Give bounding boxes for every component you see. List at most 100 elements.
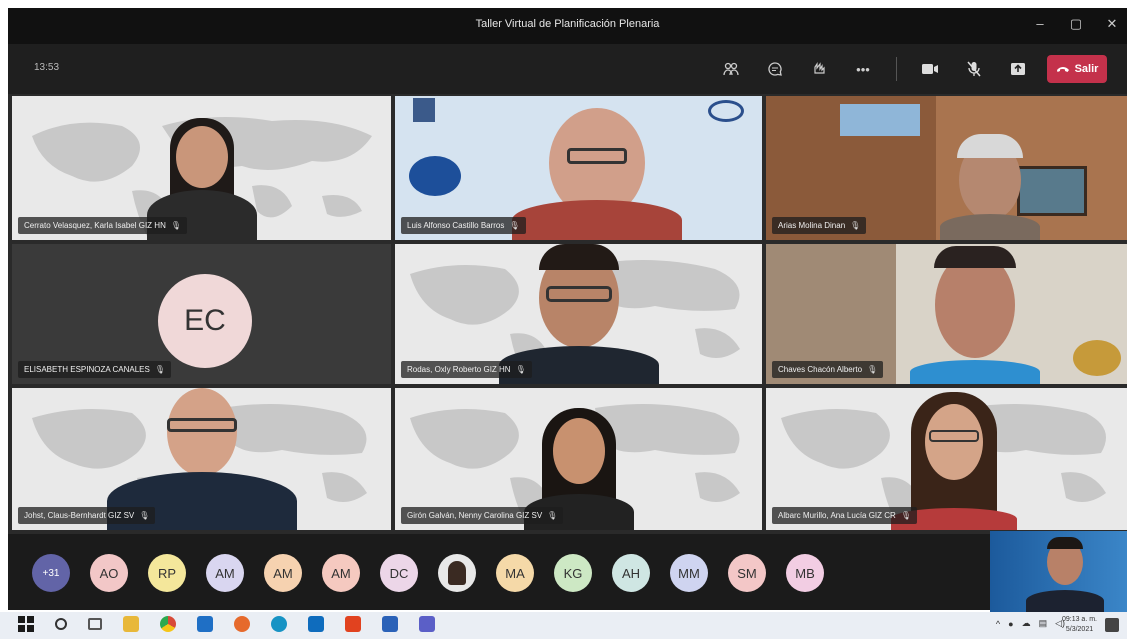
mic-icon: 🎙 xyxy=(547,511,558,520)
windows-start-icon[interactable] xyxy=(18,616,34,632)
edge-icon[interactable] xyxy=(271,616,287,632)
avatar-photo xyxy=(448,561,466,585)
video-tile[interactable]: Cerrato Velasquez, Karla Isabel GIZ HN 🎙 xyxy=(12,96,391,240)
participant-avatar[interactable]: MM xyxy=(670,554,708,592)
window-title-bar: Taller Virtual de Planificación Plenaria… xyxy=(8,8,1127,44)
mic-icon: 🎙 xyxy=(139,511,150,520)
file-explorer-icon[interactable] xyxy=(123,616,139,632)
toolbar-divider xyxy=(896,57,897,81)
participant-name-tag: Cerrato Velasquez, Karla Isabel GIZ HN 🎙 xyxy=(18,217,187,234)
mic-icon: 🎙 xyxy=(154,365,165,374)
chrome-icon[interactable] xyxy=(160,616,176,632)
windows-taskbar: ^ ● ☁ ▤ ◁) 09:13 a. m. 5/3/2021 xyxy=(0,612,1127,639)
participant-avatar[interactable]: MA xyxy=(496,554,534,592)
participant-name-tag: Chaves Chacón Alberto 🎙 xyxy=(772,361,884,378)
more-icon[interactable]: ••• xyxy=(848,54,878,84)
video-tile[interactable]: Luis Alfonso Castillo Barros 🎙 xyxy=(395,96,762,240)
participant-name: Chaves Chacón Alberto xyxy=(778,365,863,374)
participant-avatar[interactable]: AM xyxy=(322,554,360,592)
teams-icon[interactable] xyxy=(419,616,435,632)
system-tray: ^ ● ☁ ▤ ◁) xyxy=(996,618,1065,629)
mic-icon: 🎙 xyxy=(170,221,181,230)
participant-avatar[interactable]: AM xyxy=(264,554,302,592)
mic-icon: 🎙 xyxy=(515,365,526,374)
participant-strip: +31 AO RP AM AM AM DC MA KG AH MM SM MB xyxy=(8,534,1127,610)
self-view-video[interactable] xyxy=(990,531,1127,612)
participant-avatar[interactable]: RP xyxy=(148,554,186,592)
participant-avatar[interactable]: MB xyxy=(786,554,824,592)
meeting-timer: 13:53 xyxy=(34,62,60,73)
participant-name: Rodas, Oxly Roberto GIZ HN xyxy=(407,365,511,374)
phone-hangup-icon xyxy=(1056,67,1069,72)
participant-video xyxy=(910,244,1041,384)
mail-icon[interactable] xyxy=(197,616,213,632)
network-icon[interactable]: ▤ xyxy=(1039,618,1048,629)
window-background xyxy=(840,104,920,136)
logo-graphic xyxy=(409,156,461,196)
participant-name-tag: Johst, Claus-Bernhardt GIZ SV 🎙 xyxy=(18,507,156,524)
mic-icon: 🎙 xyxy=(900,511,911,520)
video-tile[interactable]: Albarc Murillo, Ana Lucía GIZ CR 🎙 xyxy=(766,388,1127,530)
participant-name-tag: Luis Alfonso Castillo Barros 🎙 xyxy=(401,217,526,234)
clock-date: 5/3/2021 xyxy=(1065,626,1094,633)
reactions-icon[interactable] xyxy=(804,54,834,84)
clock-time: 09:13 a. m. xyxy=(1061,616,1097,623)
logo-graphic xyxy=(708,100,744,122)
participant-video xyxy=(935,96,1045,240)
participant-avatar[interactable]: KG xyxy=(554,554,592,592)
video-tile[interactable]: Girón Galván, Nenny Carolina GIZ SV 🎙 xyxy=(395,388,762,530)
search-icon[interactable] xyxy=(55,618,67,630)
chevron-up-icon[interactable]: ^ xyxy=(996,619,1000,629)
onedrive-icon[interactable]: ☁ xyxy=(1022,618,1031,629)
mic-off-icon[interactable] xyxy=(959,54,989,84)
notifications-icon[interactable] xyxy=(1105,618,1119,632)
participant-video xyxy=(507,96,687,240)
camera-icon[interactable] xyxy=(915,54,945,84)
people-icon[interactable] xyxy=(716,54,746,84)
participant-name: Cerrato Velasquez, Karla Isabel GIZ HN xyxy=(24,221,166,230)
office-icon[interactable] xyxy=(345,616,361,632)
video-tile[interactable]: Arias Molina Dinan 🎙 xyxy=(766,96,1127,240)
participant-avatar[interactable]: DC xyxy=(380,554,418,592)
chat-icon[interactable] xyxy=(760,54,790,84)
participant-avatar[interactable]: +31 xyxy=(32,554,70,592)
logo-graphic xyxy=(413,98,435,122)
task-view-icon[interactable] xyxy=(88,618,102,630)
mic-icon: 🎙 xyxy=(850,221,861,230)
participant-avatar[interactable]: AO xyxy=(90,554,128,592)
participant-name-tag: ELISABETH ESPINOZA CANALES 🎙 xyxy=(18,361,171,378)
participant-name: Arias Molina Dinan xyxy=(778,221,846,230)
fruit-bowl xyxy=(1073,340,1121,376)
video-tile[interactable]: EC ELISABETH ESPINOZA CANALES 🎙 xyxy=(12,244,391,384)
video-tile[interactable]: Johst, Claus-Bernhardt GIZ SV 🎙 xyxy=(12,388,391,530)
video-grid: Cerrato Velasquez, Karla Isabel GIZ HN 🎙… xyxy=(8,94,1127,534)
minimize-icon[interactable]: – xyxy=(1033,16,1047,32)
participant-name: ELISABETH ESPINOZA CANALES xyxy=(24,365,150,374)
participant-name-tag: Albarc Murillo, Ana Lucía GIZ CR 🎙 xyxy=(772,507,917,524)
participant-photo-avatar[interactable] xyxy=(438,554,476,592)
window-title: Taller Virtual de Planificación Plenaria xyxy=(475,18,660,30)
outlook-icon[interactable] xyxy=(308,616,324,632)
participant-avatar[interactable]: SM xyxy=(728,554,766,592)
participant-avatar[interactable]: AH xyxy=(612,554,650,592)
mic-icon: 🎙 xyxy=(867,365,878,374)
participant-avatar[interactable]: AM xyxy=(206,554,244,592)
firefox-icon[interactable] xyxy=(234,616,250,632)
mic-icon: 🎙 xyxy=(509,221,520,230)
participant-name: Girón Galván, Nenny Carolina GIZ SV xyxy=(407,511,543,520)
share-icon[interactable] xyxy=(1003,54,1033,84)
participant-name-tag: Rodas, Oxly Roberto GIZ HN 🎙 xyxy=(401,361,532,378)
video-tile[interactable]: Rodas, Oxly Roberto GIZ HN 🎙 xyxy=(395,244,762,384)
participant-name: Albarc Murillo, Ana Lucía GIZ CR xyxy=(778,511,896,520)
close-icon[interactable]: ✕ xyxy=(1105,16,1119,32)
participant-avatar: EC xyxy=(158,274,252,368)
participant-name: Luis Alfonso Castillo Barros xyxy=(407,221,505,230)
word-icon[interactable] xyxy=(382,616,398,632)
participant-video xyxy=(1025,531,1105,612)
maximize-icon[interactable]: ▢ xyxy=(1069,16,1083,32)
taskbar-clock[interactable]: 09:13 a. m. 5/3/2021 xyxy=(1062,615,1097,635)
microphone-icon[interactable]: ● xyxy=(1008,619,1013,629)
leave-button[interactable]: Salir xyxy=(1047,55,1107,83)
video-tile[interactable]: Chaves Chacón Alberto 🎙 xyxy=(766,244,1127,384)
participant-name-tag: Arias Molina Dinan 🎙 xyxy=(772,217,867,234)
